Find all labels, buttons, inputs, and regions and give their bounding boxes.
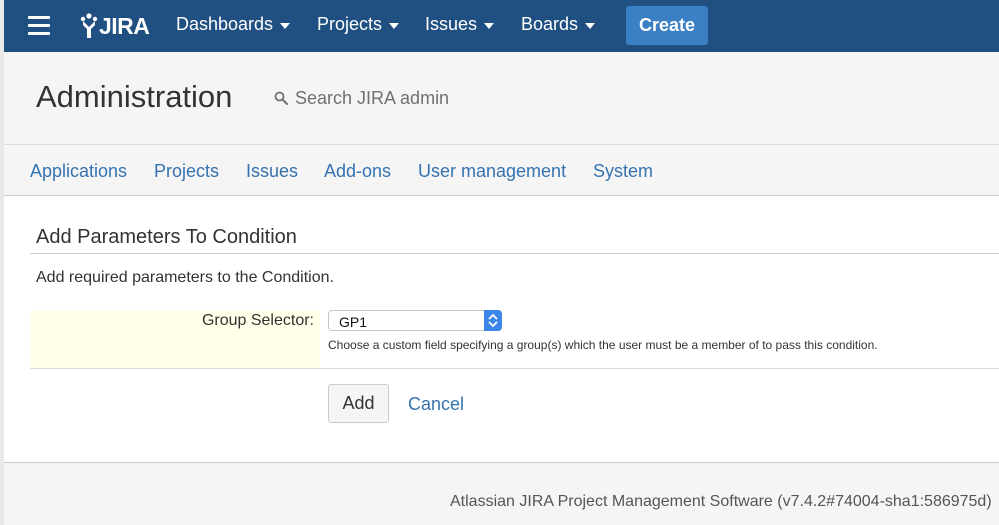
tab-applications[interactable]: Applications xyxy=(30,161,127,182)
nav-label: Boards xyxy=(521,14,579,34)
form-title: Add Parameters To Condition xyxy=(36,226,297,248)
nav-label: Dashboards xyxy=(176,14,274,34)
divider xyxy=(30,253,999,254)
field-label-cell: Group Selector: xyxy=(30,310,320,368)
nav-label: Projects xyxy=(317,14,383,34)
create-button[interactable]: Create xyxy=(626,6,708,45)
group-selector-row: Group Selector: GP1 Choose a custom fiel… xyxy=(30,310,999,368)
group-selector-select[interactable]: GP1 xyxy=(328,310,502,331)
chevron-down-icon xyxy=(585,22,596,29)
admin-search-input[interactable] xyxy=(289,88,535,109)
chevron-down-icon xyxy=(389,22,400,29)
admin-header: Administration xyxy=(4,52,999,144)
nav-dashboards[interactable]: Dashboards xyxy=(176,14,291,35)
main-content: Add Parameters To Condition Add required… xyxy=(4,196,999,462)
nav-issues[interactable]: Issues xyxy=(425,14,495,35)
page: JIRA Dashboards Projects Issues Boards C… xyxy=(4,0,999,525)
search-icon xyxy=(274,91,288,105)
hamburger-menu-icon[interactable] xyxy=(28,16,50,36)
tab-projects[interactable]: Projects xyxy=(154,161,219,182)
cancel-link[interactable]: Cancel xyxy=(408,394,464,415)
chevron-down-icon xyxy=(280,22,291,29)
page-title: Administration xyxy=(36,79,233,114)
select-value: GP1 xyxy=(339,314,368,330)
tab-add-ons[interactable]: Add-ons xyxy=(324,161,391,182)
logo-text: JIRA xyxy=(99,12,150,39)
nav-boards[interactable]: Boards xyxy=(521,14,596,35)
form-description: Add required parameters to the Condition… xyxy=(36,269,334,286)
nav-projects[interactable]: Projects xyxy=(317,14,400,35)
top-navigation-bar: JIRA Dashboards Projects Issues Boards C… xyxy=(4,0,999,52)
footer: Atlassian JIRA Project Management Softwa… xyxy=(4,462,999,525)
admin-tabs: Applications Projects Issues Add-ons Use… xyxy=(4,144,999,196)
add-button[interactable]: Add xyxy=(328,384,389,423)
chevron-down-icon xyxy=(484,22,495,29)
nav-label: Issues xyxy=(425,14,478,34)
group-selector-label: Group Selector: xyxy=(201,312,314,329)
tab-user-management[interactable]: User management xyxy=(418,161,566,182)
field-help-text: Choose a custom field specifying a group… xyxy=(328,338,878,352)
select-arrows-icon xyxy=(484,310,502,331)
admin-search[interactable] xyxy=(274,88,535,109)
tab-system[interactable]: System xyxy=(593,161,653,182)
divider xyxy=(30,368,999,369)
footer-version-text: Atlassian JIRA Project Management Softwa… xyxy=(450,493,992,510)
jira-logo-icon xyxy=(80,13,98,38)
jira-logo[interactable]: JIRA xyxy=(80,10,150,42)
tab-issues[interactable]: Issues xyxy=(246,161,298,182)
